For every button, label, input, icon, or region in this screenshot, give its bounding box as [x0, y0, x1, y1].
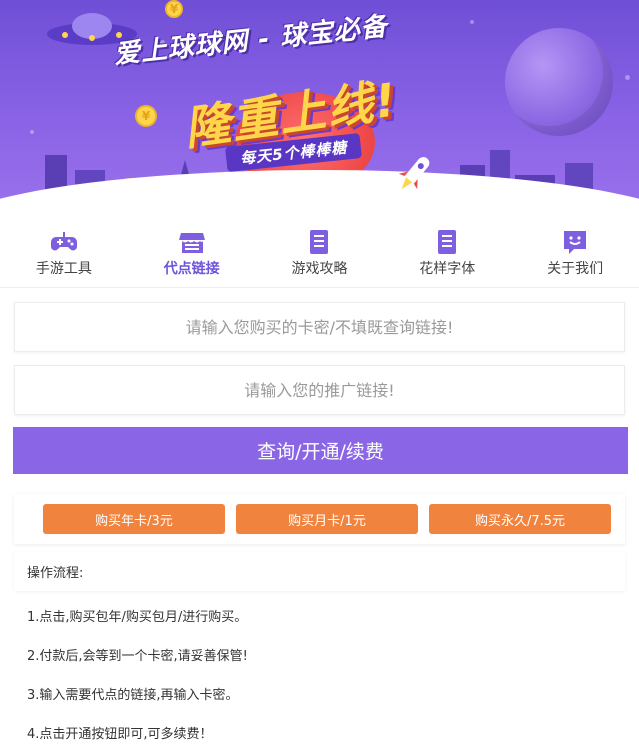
star-dot [30, 130, 34, 134]
buy-options: 购买年卡/3元 购买月卡/1元 购买永久/7.5元 [14, 494, 625, 544]
nav-label: 代点链接 [163, 261, 220, 277]
nav-label: 手游工具 [35, 261, 92, 277]
coin-icon: ¥ [135, 105, 157, 127]
chat-smile-icon [564, 231, 587, 254]
nav-label: 游戏攻略 [291, 261, 348, 277]
coin-icon: ¥ [165, 0, 183, 18]
buy-forever-button[interactable]: 购买永久/7.5元 [429, 504, 611, 534]
step-item: 2.付款后,会等到一个卡密,请妥善保管! [27, 649, 248, 664]
document-icon [438, 230, 457, 254]
step-item: 4.点击开通按钮即可,可多续费！ [27, 727, 213, 742]
buy-year-button[interactable]: 购买年卡/3元 [43, 504, 225, 534]
promo-link-field [14, 365, 625, 415]
banner-headline: 爱上球球网 - 球宝必备 [112, 11, 389, 71]
document-icon [310, 230, 329, 254]
nav-item-game-guide[interactable]: 游戏攻略 [256, 215, 384, 287]
steps-list: 1.点击,购买包年/购买包月/进行购买。 2.付款后,会等到一个卡密,请妥善保管… [0, 596, 639, 752]
buy-month-button[interactable]: 购买月卡/1元 [236, 504, 418, 534]
promo-link-input[interactable] [15, 365, 624, 415]
card-code-field [14, 302, 625, 352]
nav-item-mobile-tools[interactable]: 手游工具 [0, 215, 128, 287]
nav-item-about-us[interactable]: 关于我们 [511, 215, 639, 287]
planet-illustration [505, 28, 613, 136]
banner: ¥ ¥ ¥ 爱上球球网 - 球宝必备 隆重上线! 每天5个棒棒糖 [0, 0, 639, 215]
step-item: 1.点击,购买包年/购买包月/进行购买。 [27, 610, 248, 625]
rocket-icon [398, 157, 430, 190]
nav-item-fancy-fonts[interactable]: 花样字体 [383, 215, 511, 287]
nav-item-proxy-link[interactable]: 代点链接 [128, 215, 256, 287]
steps-title: 操作流程: [14, 552, 625, 591]
star-dot [625, 75, 630, 80]
nav-label: 花样字体 [419, 261, 476, 277]
nav-label: 关于我们 [547, 261, 604, 277]
shop-icon [178, 233, 205, 253]
step-item: 3.输入需要代点的链接,再输入卡密。 [27, 688, 239, 703]
card-code-input[interactable] [15, 302, 624, 352]
top-nav: 手游工具 代点链接 游戏攻略 花样字体 关于我们 [0, 215, 639, 288]
star-dot [470, 20, 474, 24]
gamepad-icon [50, 232, 77, 251]
query-activate-renew-button[interactable]: 查询/开通/续费 [13, 427, 628, 474]
